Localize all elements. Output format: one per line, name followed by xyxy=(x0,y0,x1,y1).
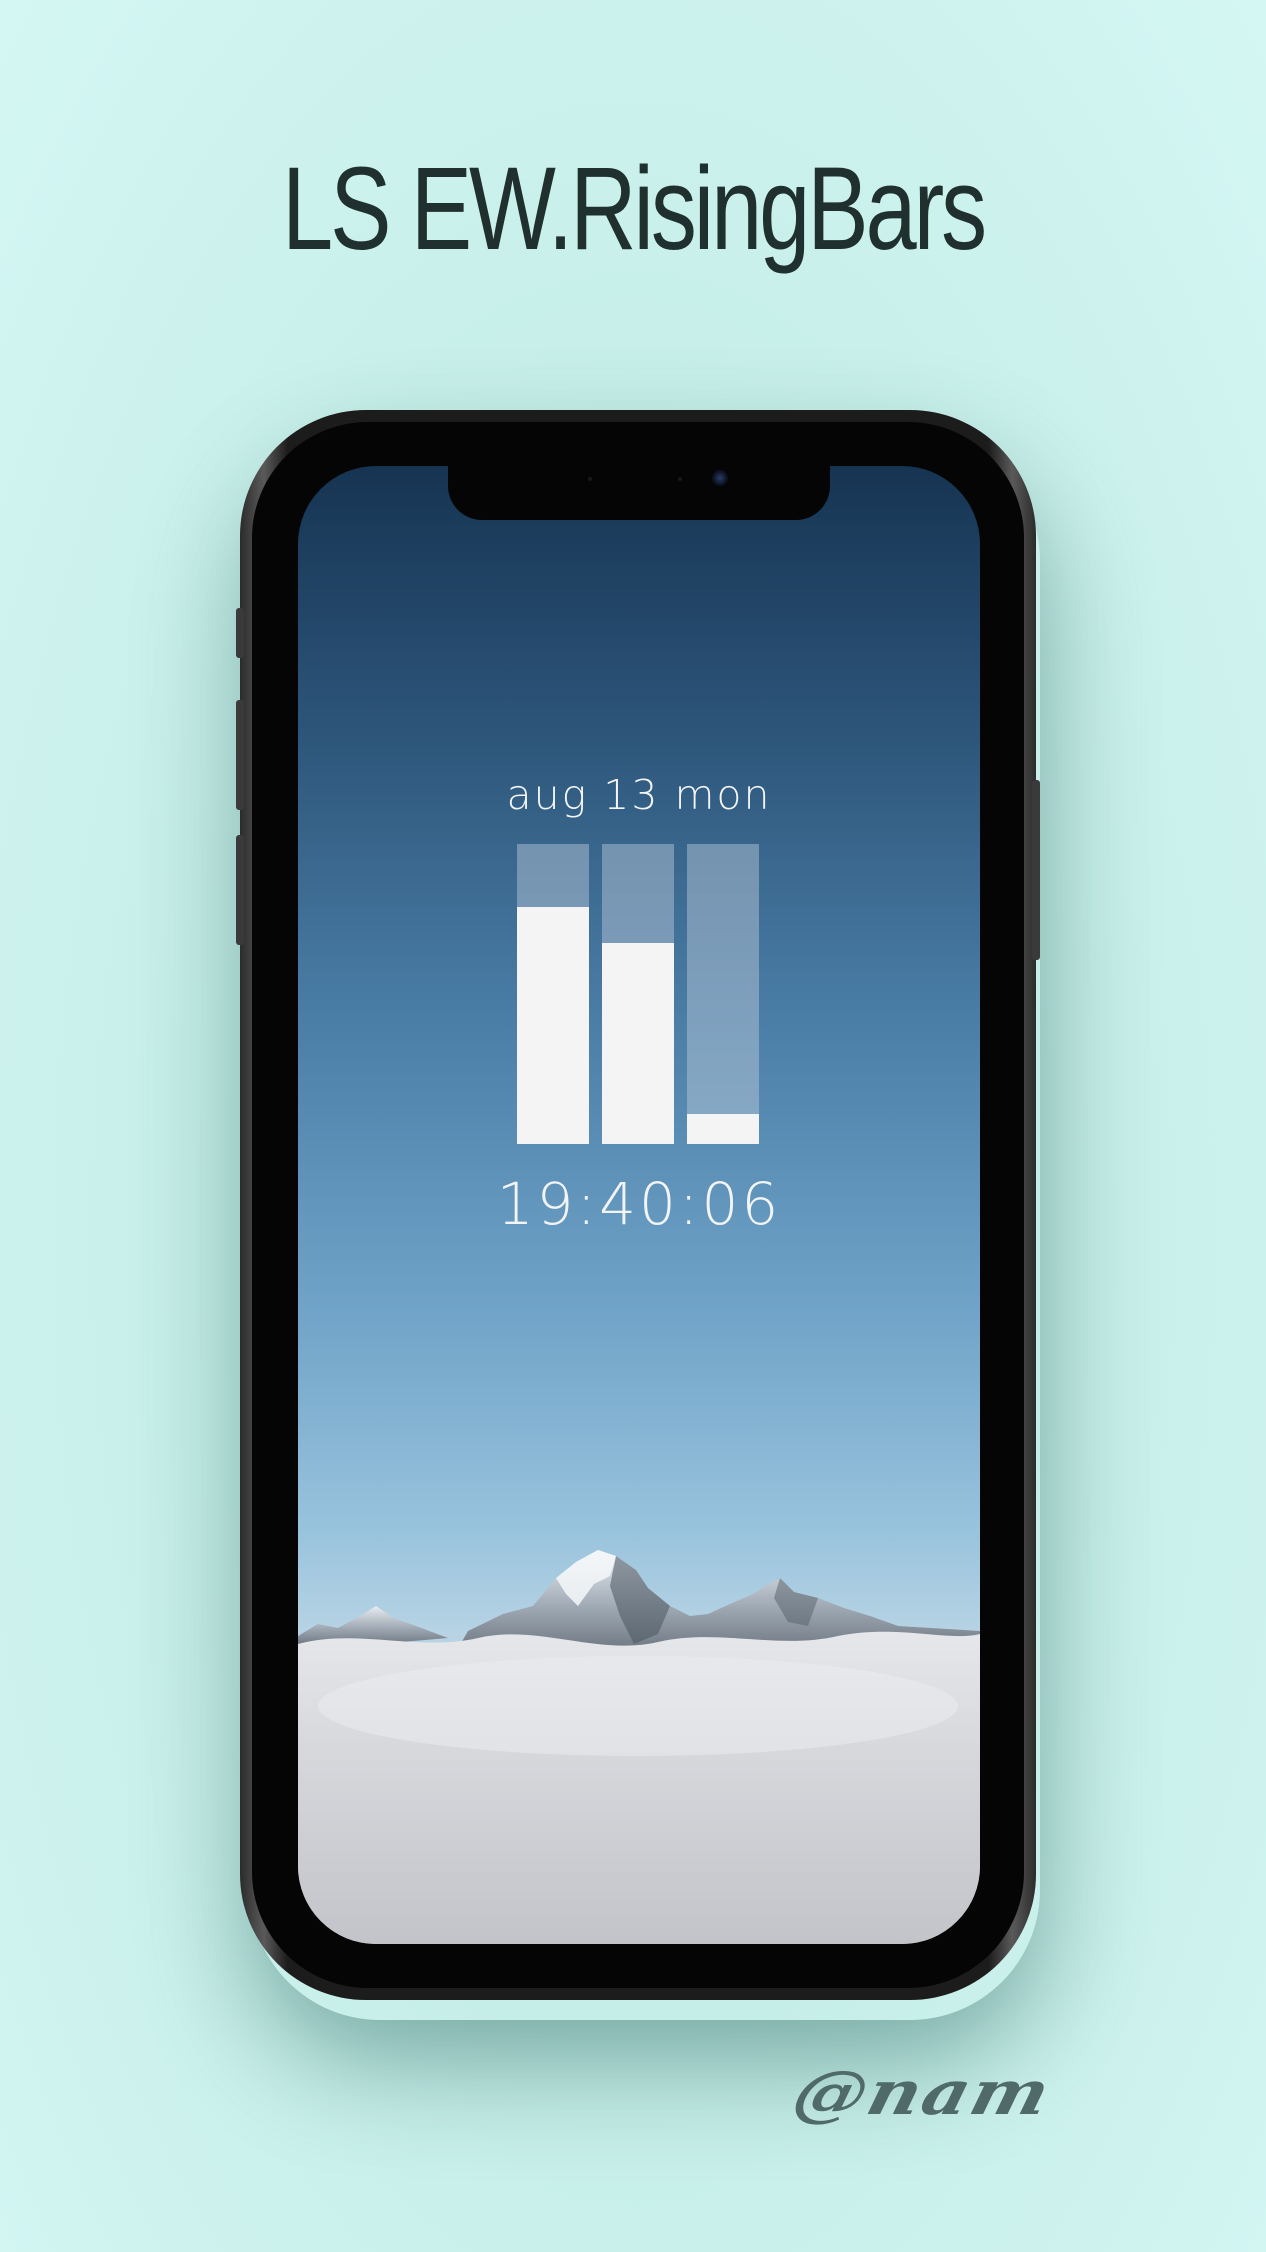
lockscreen: aug 13 mon 19:40:06 xyxy=(298,466,980,1944)
hours-bar-fill xyxy=(517,907,589,1144)
notch-sensor xyxy=(588,477,592,481)
time-label: 19:40:06 xyxy=(496,1170,782,1238)
hours-bar xyxy=(517,844,589,1144)
power-button xyxy=(1032,780,1040,960)
mountain-landscape xyxy=(298,1550,980,1944)
notch-sensor xyxy=(678,477,682,481)
page-title: LS EW.RisingBars xyxy=(282,143,987,275)
minutes-bar-fill xyxy=(602,943,674,1144)
seconds-bar xyxy=(687,844,759,1144)
seconds-bar-fill xyxy=(687,1114,759,1144)
volume-down-button xyxy=(236,835,244,945)
front-camera xyxy=(712,470,728,486)
minutes-bar xyxy=(602,844,674,1144)
volume-up-button xyxy=(236,700,244,810)
cloud-highlight xyxy=(318,1656,958,1756)
author-signature: @nam xyxy=(785,2056,1060,2129)
mute-switch xyxy=(236,608,244,658)
date-label: aug 13 mon xyxy=(506,771,772,819)
phone-notch xyxy=(448,462,830,520)
